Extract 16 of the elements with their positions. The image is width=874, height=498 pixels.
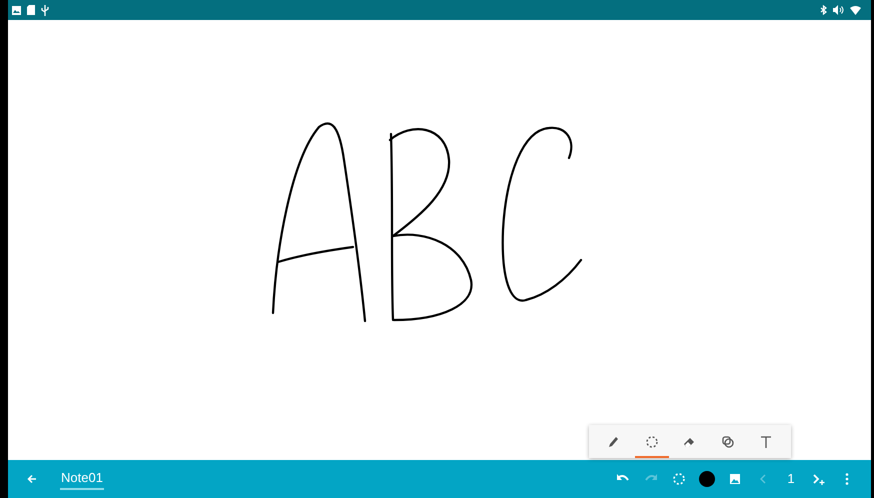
lasso-icon xyxy=(645,434,659,448)
text-tool-icon xyxy=(759,434,773,448)
lasso-icon xyxy=(672,472,686,486)
usb-icon xyxy=(41,4,49,16)
add-page-icon xyxy=(812,472,826,486)
note-title-tab[interactable]: Note01 xyxy=(60,468,104,490)
back-arrow-icon xyxy=(27,474,37,484)
bluetooth-icon xyxy=(820,5,827,15)
volume-icon xyxy=(833,5,844,15)
image-icon xyxy=(12,6,21,14)
image-icon xyxy=(728,472,742,486)
pencil-icon xyxy=(607,434,621,448)
wifi-icon xyxy=(850,6,861,14)
shapes-icon xyxy=(721,434,735,448)
page-number[interactable]: 1 xyxy=(777,464,805,494)
sd-card-icon xyxy=(27,5,35,15)
